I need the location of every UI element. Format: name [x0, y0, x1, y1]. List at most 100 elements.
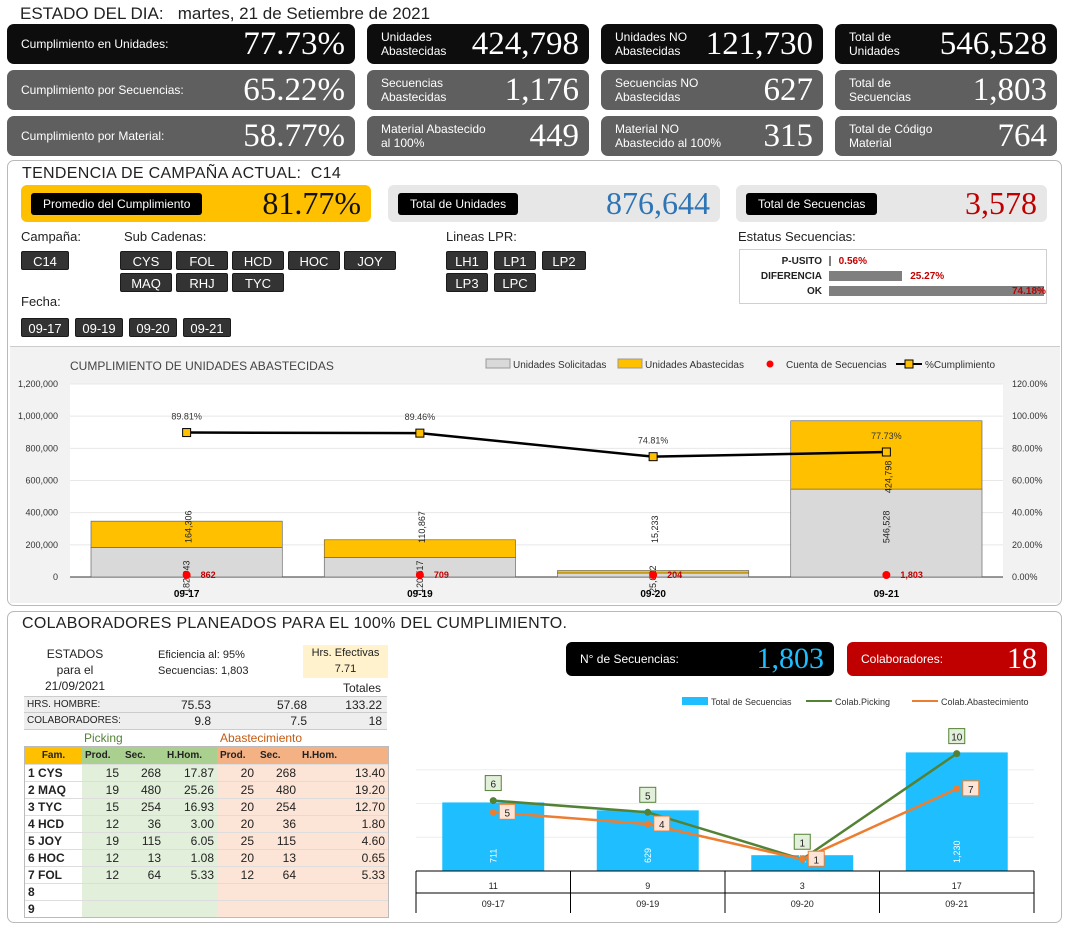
- fam-cell: 5 JOY: [28, 833, 63, 848]
- kpi-unidades-value: 876,644: [606, 185, 710, 221]
- point-picking[interactable]: [644, 808, 652, 816]
- card-value: 65.22%: [243, 72, 345, 108]
- label-abastecidas: 15,233: [650, 515, 660, 543]
- chart2-top-label: 11: [489, 881, 498, 891]
- point-secuencias[interactable]: [182, 571, 191, 579]
- table-cell: 15: [105, 799, 119, 814]
- label-picking: 6: [490, 780, 496, 791]
- chart1-y2tick: 20.00%: [1012, 540, 1043, 550]
- chart1-y2tick: 100.00%: [1012, 411, 1048, 421]
- slicer-sub-rhj[interactable]: RHJ: [176, 273, 228, 292]
- point-abast[interactable]: [798, 855, 806, 863]
- trend-title-text: TENDENCIA DE CAMPAÑA ACTUAL:: [22, 165, 302, 182]
- point-abast[interactable]: [953, 785, 961, 793]
- slicer-sub-cys[interactable]: CYS: [120, 251, 172, 270]
- colaboradores-row: COLABORADORES: 9.8 7.5 18: [24, 713, 387, 730]
- card-label: Material Abastecido al 100%: [381, 122, 486, 150]
- cumplimiento-chart: CUMPLIMIENTO DE UNIDADES ABASTECIDAS Unid…: [18, 358, 1048, 600]
- point-picking[interactable]: [489, 797, 497, 805]
- table-cell: 36: [282, 816, 296, 831]
- slicer-sub-hoc[interactable]: HOC: [288, 251, 340, 270]
- table-cell: [257, 883, 299, 900]
- estados-line3: 21/09/2021: [44, 679, 106, 693]
- table-cell: 12: [240, 867, 254, 882]
- table-cell: 13: [282, 850, 296, 865]
- campana-label: Campaña:: [21, 229, 81, 244]
- legend-swatch-abastecidas: [617, 358, 643, 369]
- card-label: Material NO Abastecido al 100%: [615, 122, 722, 150]
- card-label: Secuencias Abastecidas: [381, 76, 447, 104]
- slicer-fecha-0919[interactable]: 09-19: [75, 318, 123, 337]
- label-picking: 1: [799, 838, 805, 849]
- colaboradores-total: 18: [368, 714, 382, 728]
- label-abast: 5: [504, 808, 510, 819]
- slicer-campana-c14[interactable]: C14: [21, 251, 69, 270]
- chart2-xtick: 09-19: [636, 899, 659, 909]
- chart1-y2tick: 60.00%: [1012, 476, 1043, 486]
- slicer-lpr-lp2[interactable]: LP2: [542, 251, 586, 270]
- label-abastecidas: 424,798: [883, 461, 893, 494]
- label-total-secuencias: 711: [488, 849, 498, 863]
- secuencias-label: Secuencias:: [158, 665, 218, 677]
- point-cumplimiento[interactable]: [415, 428, 425, 438]
- slicer-sub-maq[interactable]: MAQ: [120, 273, 172, 292]
- table-cell: 36: [147, 816, 161, 831]
- abast-label: Abastecimiento: [220, 731, 303, 745]
- estados-block: ESTADOS para el 21/09/2021: [20, 646, 130, 694]
- table-cell: 1.80: [361, 816, 385, 831]
- estatus-bar-pusito: [829, 256, 831, 266]
- hrs-hombre-abast: 57.68: [276, 698, 307, 712]
- slicer-lpr-lp1[interactable]: LP1: [494, 251, 536, 270]
- table-cell: 254: [275, 799, 296, 814]
- legend-label-solicitadas: Unidades Solicitadas: [513, 360, 606, 371]
- kpi-total-unidades: Total de Unidades 876,644: [388, 185, 720, 222]
- eficiencia-value: 95%: [222, 649, 245, 661]
- label-secuencias: 1,803: [900, 570, 923, 580]
- chart2-top-label: 17: [952, 881, 962, 891]
- slicer-sub-tyc[interactable]: TYC: [232, 273, 284, 292]
- point-cumplimiento[interactable]: [182, 428, 192, 438]
- line-abast: [493, 787, 958, 861]
- chart1-ytick: 1,200,000: [18, 379, 58, 389]
- point-abast[interactable]: [644, 820, 652, 828]
- label-abast: 1: [813, 855, 819, 866]
- point-cumplimiento[interactable]: [881, 447, 891, 457]
- fam-cell: 7 FOL: [28, 867, 63, 882]
- label-picking: 5: [645, 791, 651, 802]
- chart1-ytick: 0: [53, 572, 58, 582]
- slicer-fecha-0921[interactable]: 09-21: [183, 318, 231, 337]
- point-secuencias[interactable]: [415, 571, 424, 579]
- slicer-lpr-lh1[interactable]: LH1: [446, 251, 488, 270]
- slicer-sub-joy[interactable]: JOY: [344, 251, 396, 270]
- table-cell: [122, 900, 164, 917]
- header-date: martes, 21 de Setiembre de 2021: [177, 4, 431, 23]
- point-abast[interactable]: [489, 808, 497, 816]
- point-picking[interactable]: [953, 750, 961, 758]
- kpi-promedio-value: 81.77%: [262, 185, 361, 221]
- table-cell: 15: [105, 765, 119, 780]
- table-cell: 268: [275, 765, 296, 780]
- estatus-pct-ok: 74.18%: [1012, 286, 1046, 297]
- slicer-fecha-0917[interactable]: 09-17: [21, 318, 69, 337]
- table-row: 7 FOL 12 64 5.33 12 64 5.33: [25, 866, 388, 883]
- point-secuencias[interactable]: [649, 571, 658, 579]
- chart1-ytick: 800,000: [25, 443, 58, 453]
- table-cell: 5.33: [361, 867, 385, 882]
- kpi-total-secuencias: Total de Secuencias 3,578: [736, 185, 1047, 222]
- slicer-sub-hcd[interactable]: HCD: [232, 251, 284, 270]
- colaboradores-kpi-value: 18: [1007, 642, 1037, 675]
- card-label: Total de Secuencias: [849, 76, 912, 104]
- slicer-lpr-lpc[interactable]: LPC: [494, 273, 536, 292]
- card-value: 424,798: [471, 26, 579, 62]
- slicer-lpr-lp3[interactable]: LP3: [446, 273, 488, 292]
- table-row: 4 HCD 12 36 3.00 20 36 1.80: [25, 815, 388, 832]
- point-secuencias[interactable]: [882, 571, 891, 579]
- legend-label-secuencias: Cuenta de Secuencias: [786, 360, 887, 371]
- table-row: 9: [25, 900, 388, 917]
- chart1-ytick: 200,000: [25, 540, 58, 550]
- colaboradores-chart: Total de Secuencias Colab.Picking Colab.Ab…: [415, 697, 1035, 913]
- slicer-fecha-0920[interactable]: 09-20: [129, 318, 177, 337]
- colab-col-header: Prod.: [220, 749, 246, 761]
- slicer-sub-fol[interactable]: FOL: [176, 251, 228, 270]
- point-cumplimiento[interactable]: [648, 452, 658, 462]
